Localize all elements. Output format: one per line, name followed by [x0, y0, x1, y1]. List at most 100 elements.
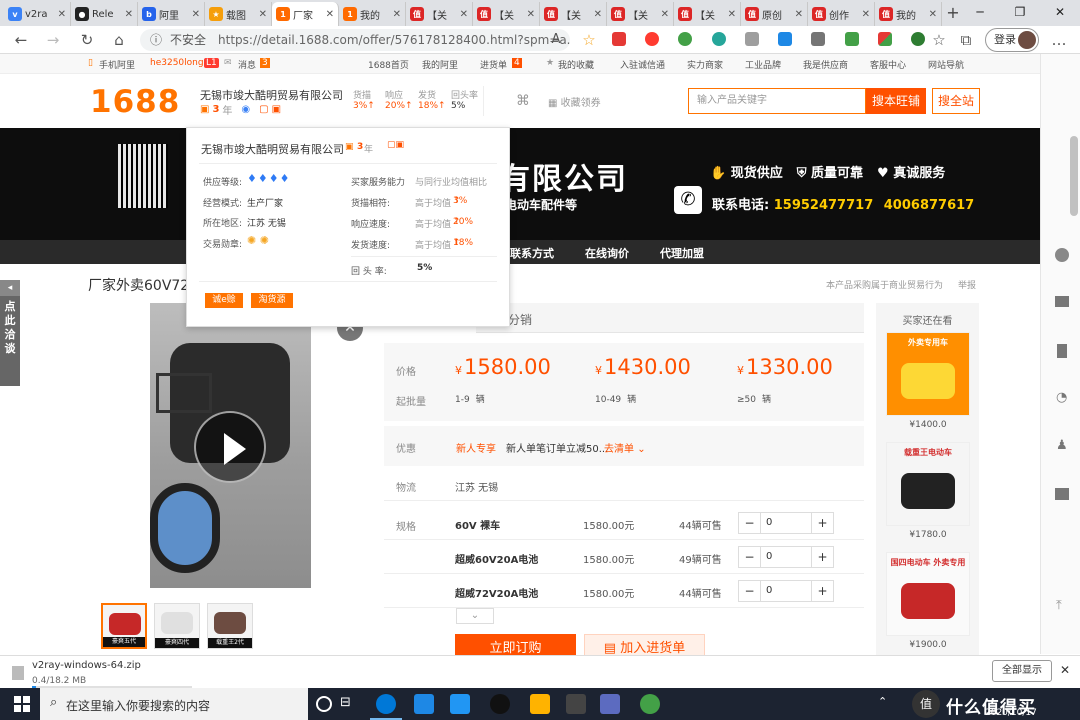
- increment-button[interactable]: +: [811, 513, 833, 533]
- nav-inquiry[interactable]: 在线询价: [585, 245, 629, 261]
- browser-tab[interactable]: ● Rele ✕: [71, 2, 138, 26]
- maximize-button[interactable]: ❐: [1000, 0, 1040, 26]
- browser-tab[interactable]: 1 我的 ✕: [339, 2, 406, 26]
- browser-tab[interactable]: 值【关 ✕: [473, 2, 540, 26]
- product-video[interactable]: [150, 303, 311, 588]
- quantity-input[interactable]: 0: [761, 581, 811, 601]
- screenshot-icon[interactable]: [778, 32, 792, 46]
- topbar-messages[interactable]: 消息: [238, 58, 256, 71]
- tab-close-icon[interactable]: ✕: [393, 9, 401, 20]
- header-company-name[interactable]: 无锡市竣大酷明贸易有限公司: [200, 87, 343, 103]
- topbar-service[interactable]: 客服中心: [870, 58, 906, 71]
- quantity-stepper[interactable]: −0 +: [738, 546, 834, 568]
- tab-close-icon[interactable]: ✕: [326, 9, 334, 20]
- start-icon[interactable]: [14, 696, 30, 712]
- collections-icon[interactable]: ⧉: [955, 30, 977, 50]
- tab-close-icon[interactable]: ✕: [527, 9, 535, 20]
- download-filename[interactable]: v2ray-windows-64.zip: [32, 660, 141, 671]
- also-viewed-item[interactable]: 国四电动车 外卖专用: [886, 552, 970, 636]
- browser-tab[interactable]: 值【关 ✕: [406, 2, 473, 26]
- quantity-stepper[interactable]: −0 +: [738, 512, 834, 534]
- grid-icon[interactable]: ⌘: [516, 93, 530, 109]
- topbar-my-ali[interactable]: 我的阿里: [422, 58, 458, 71]
- nav-contact[interactable]: 联系方式: [510, 245, 554, 261]
- footprint-icon[interactable]: ◔: [1056, 390, 1067, 405]
- topbar-home[interactable]: 1688首页: [368, 58, 409, 71]
- login-button[interactable]: 登录: [985, 28, 1039, 52]
- more-menu-icon[interactable]: …: [1048, 30, 1070, 50]
- topbar-user[interactable]: he3250long: [150, 58, 204, 68]
- quantity-input[interactable]: 0: [761, 513, 811, 533]
- bookmark-icon[interactable]: ☆: [578, 30, 600, 50]
- topbar-join[interactable]: 入驻诚信通: [620, 58, 665, 71]
- mail-taskbar-icon[interactable]: [414, 694, 434, 714]
- tray-expand-icon[interactable]: ⌃: [878, 695, 887, 708]
- topbar-cart[interactable]: 进货单: [480, 58, 507, 71]
- increment-button[interactable]: +: [811, 547, 833, 567]
- refresh-icon[interactable]: ↻: [76, 30, 98, 50]
- reader-icon[interactable]: A: [545, 30, 567, 50]
- minimize-button[interactable]: ─: [960, 0, 1000, 26]
- search-shop-button[interactable]: 搜本旺铺: [866, 88, 926, 114]
- tab-close-icon[interactable]: ✕: [728, 9, 736, 20]
- chengesh-button[interactable]: 诚e赊: [205, 293, 243, 308]
- tab-close-icon[interactable]: ✕: [929, 9, 937, 20]
- topbar-mobile[interactable]: 手机阿里: [99, 58, 135, 71]
- tab-close-icon[interactable]: ✕: [58, 9, 66, 20]
- browser-tab[interactable]: v v2ra ✕: [4, 2, 71, 26]
- promo-link[interactable]: 去清单 ⌄: [604, 440, 646, 455]
- also-viewed-item[interactable]: 外卖专用车: [886, 332, 970, 416]
- decrement-button[interactable]: −: [739, 547, 761, 567]
- report-link[interactable]: 举报: [958, 278, 976, 291]
- product-thumbnail[interactable]: 豪爽五代: [101, 603, 147, 649]
- extension-box-icon[interactable]: [745, 32, 759, 46]
- notes-icon[interactable]: [1055, 488, 1069, 500]
- chat-float-button[interactable]: ◂ 点此洽谈: [0, 280, 20, 386]
- tab-close-icon[interactable]: ✕: [862, 9, 870, 20]
- edge-taskbar-icon[interactable]: [376, 694, 396, 714]
- app-taskbar-icon[interactable]: [600, 694, 620, 714]
- search-all-button[interactable]: 搜全站: [932, 88, 980, 114]
- mail-sidebar-icon[interactable]: [1055, 296, 1069, 307]
- add-to-cart-button[interactable]: ▤ 加入进货单: [584, 634, 705, 656]
- tab-close-icon[interactable]: ✕: [795, 9, 803, 20]
- qq-taskbar-icon[interactable]: [490, 694, 510, 714]
- product-thumbnail[interactable]: 载重王2代: [207, 603, 253, 649]
- increment-button[interactable]: +: [811, 581, 833, 601]
- tab-close-icon[interactable]: ✕: [192, 9, 200, 20]
- opera-icon[interactable]: [645, 32, 659, 46]
- tab-close-icon[interactable]: ✕: [661, 9, 669, 20]
- page-scrollbar[interactable]: [1070, 136, 1078, 216]
- decrement-button[interactable]: −: [739, 513, 761, 533]
- quantity-input[interactable]: 0: [761, 547, 811, 567]
- favorite-coupon[interactable]: ▦ 收藏领券: [548, 94, 601, 109]
- browser-tab[interactable]: b 阿里 ✕: [138, 2, 205, 26]
- expand-skus-icon[interactable]: ⌄: [456, 608, 494, 624]
- taohuoyuan-button[interactable]: 淘货源: [251, 293, 293, 308]
- decrement-button[interactable]: −: [739, 581, 761, 601]
- task-view-icon[interactable]: ⊟: [340, 695, 351, 710]
- show-all-downloads-button[interactable]: 全部显示: [992, 660, 1052, 682]
- shop-search-input[interactable]: 输入产品关键字: [688, 88, 866, 114]
- tab-distribution[interactable]: 分销: [508, 311, 532, 328]
- favorites-icon[interactable]: ☆: [928, 30, 950, 50]
- info-icon[interactable]: ⓘ: [150, 29, 162, 51]
- browser-tab[interactable]: 值【关 ✕: [607, 2, 674, 26]
- browser-tab[interactable]: 值原创 ✕: [741, 2, 808, 26]
- also-viewed-item[interactable]: 载重王电动车: [886, 442, 970, 526]
- tab-close-icon[interactable]: ✕: [460, 9, 468, 20]
- url-field[interactable]: ⓘ 不安全 https://detail.1688.com/offer/57617…: [140, 29, 570, 51]
- topbar-brand[interactable]: 工业品牌: [745, 58, 781, 71]
- topbar-favorites[interactable]: 我的收藏: [558, 58, 594, 71]
- extension-gray-icon[interactable]: [811, 32, 825, 46]
- user-icon[interactable]: [1055, 248, 1069, 262]
- product-thumbnail[interactable]: 豪爽四代: [154, 603, 200, 649]
- browser-tab[interactable]: 值我的 ✕: [875, 2, 942, 26]
- topbar-strong[interactable]: 实力商家: [687, 58, 723, 71]
- bell-icon[interactable]: ♟: [1056, 438, 1068, 453]
- shield-icon[interactable]: [845, 32, 859, 46]
- bookmark-sidebar-icon[interactable]: [1057, 344, 1067, 358]
- topbar-sitemap[interactable]: 网站导航: [928, 58, 964, 71]
- nav-agent[interactable]: 代理加盟: [660, 245, 704, 261]
- extension-a-icon[interactable]: [712, 32, 726, 46]
